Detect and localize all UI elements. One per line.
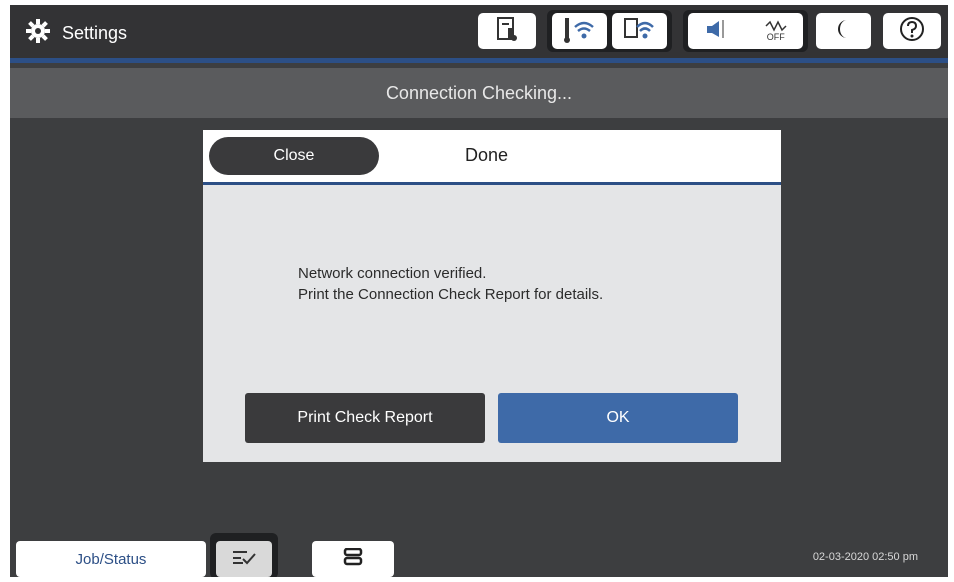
wifi-direct-button[interactable]: [612, 13, 667, 49]
help-icon: [899, 16, 925, 47]
wifi-direct-icon: [623, 15, 657, 48]
sound-status-group[interactable]: OFF: [683, 10, 808, 52]
top-bar: Settings OFF: [10, 5, 948, 58]
dialog-title: Done: [465, 145, 509, 165]
printer-status-button[interactable]: [312, 541, 394, 577]
help-button[interactable]: [883, 13, 941, 49]
print-check-report-button[interactable]: Print Check Report: [245, 393, 485, 443]
sound-settings-button[interactable]: OFF: [688, 13, 803, 49]
quiet-mode-off-label: OFF: [766, 32, 785, 42]
status-header: Connection Checking...: [10, 68, 948, 118]
job-progress-button[interactable]: [216, 541, 272, 577]
message-line-1: Network connection verified.: [298, 265, 487, 282]
top-bar-divider: [10, 58, 948, 63]
message-line-2: Print the Connection Check Report for de…: [298, 286, 604, 303]
gear-icon: [26, 19, 50, 48]
ink-supply-button[interactable]: [478, 13, 536, 49]
settings-title: Settings: [26, 19, 127, 48]
connection-check-dialog: Close Done Network connection verified. …: [203, 130, 781, 462]
network-status-group[interactable]: [547, 10, 672, 52]
dialog-header: Close Done: [203, 130, 781, 185]
printer-screen: Settings OFF Connection Checking... Clos…: [10, 5, 948, 577]
quiet-mode-off-icon: OFF: [765, 20, 787, 42]
page-title: Settings: [62, 23, 128, 43]
printer-icon: [343, 547, 363, 571]
sound-icon: [704, 18, 732, 45]
ink-supply-icon: [495, 16, 519, 47]
wifi-button[interactable]: [552, 13, 607, 49]
job-indicator-frame: [210, 533, 278, 577]
dialog-message: Network connection verified. Print the C…: [298, 263, 603, 305]
close-button[interactable]: Close: [209, 137, 379, 175]
ok-button[interactable]: OK: [498, 393, 738, 443]
sleep-moon-icon: [834, 18, 854, 45]
job-progress-icon: [231, 548, 257, 571]
sleep-button[interactable]: [816, 13, 871, 49]
job-status-button[interactable]: Job/Status: [16, 541, 206, 577]
wifi-icon: [563, 15, 597, 48]
datetime-display: 02-03-2020 02:50 pm: [812, 551, 918, 563]
